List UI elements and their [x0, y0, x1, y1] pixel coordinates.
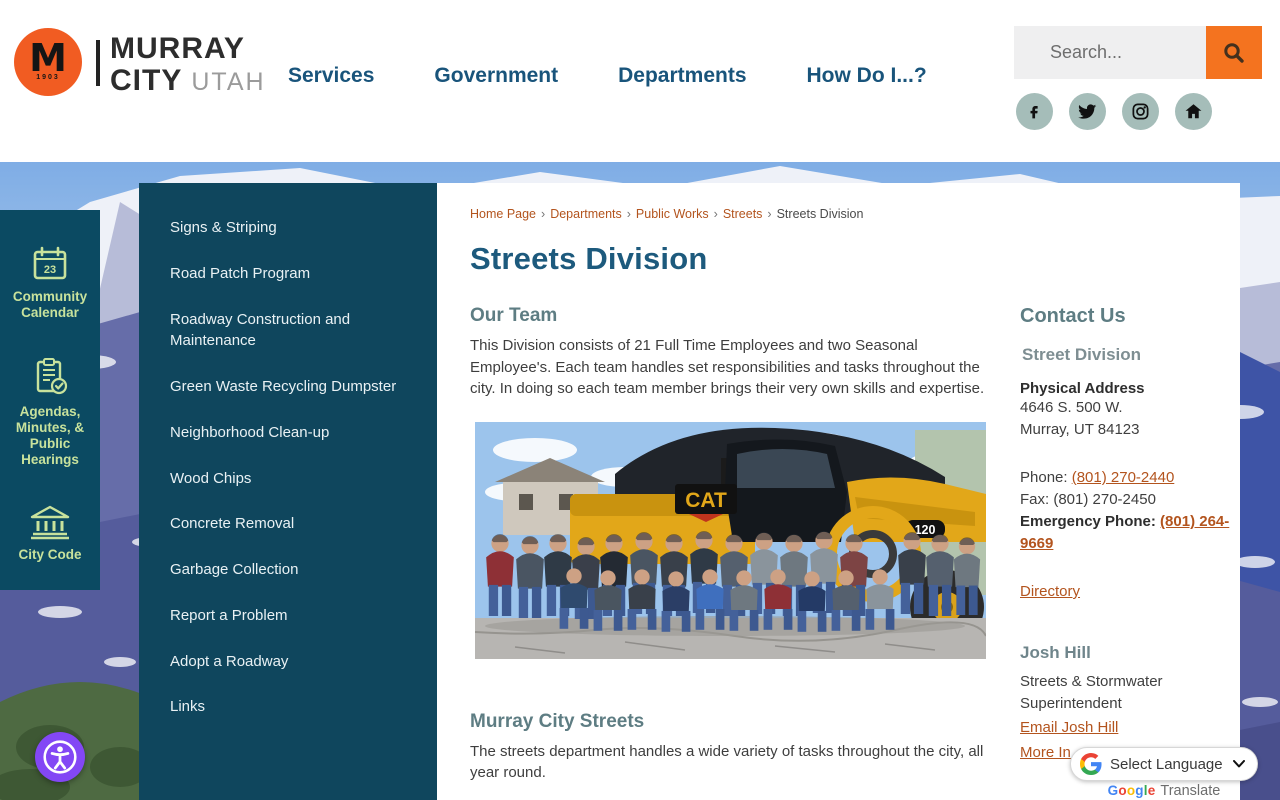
search-input[interactable] — [1014, 26, 1206, 79]
bank-columns-icon — [30, 505, 70, 539]
instagram-icon — [1132, 103, 1149, 120]
sidebar-item-garbage-collection[interactable]: Garbage Collection — [139, 547, 437, 593]
wordmark-line1: MURRAY — [110, 32, 245, 65]
accessibility-icon — [43, 740, 77, 774]
calendar-day-number: 23 — [44, 264, 56, 276]
sidebar-item-green-waste[interactable]: Green Waste Recycling Dumpster — [139, 364, 437, 410]
breadcrumb-departments[interactable]: Departments — [550, 207, 622, 221]
sidebar-item-adopt-roadway[interactable]: Adopt a Roadway — [139, 639, 437, 685]
address-line1: 4646 S. 500 W. — [1020, 399, 1123, 416]
agenda-clipboard-icon — [36, 357, 68, 394]
logo-monogram: M — [29, 36, 67, 80]
nextdoor-button[interactable] — [1175, 93, 1212, 130]
search-box — [1014, 26, 1206, 79]
contact-heading: Contact Us — [1020, 305, 1126, 327]
breadcrumb-home[interactable]: Home Page — [470, 207, 536, 221]
quick-link-community-calendar[interactable]: 23 Community Calendar — [4, 246, 96, 321]
nav-government[interactable]: Government — [434, 64, 558, 88]
social-links — [1016, 93, 1212, 130]
search-button[interactable] — [1206, 26, 1262, 79]
logo-year: 1903 — [36, 74, 60, 81]
quick-link-city-code[interactable]: City Code — [4, 504, 96, 563]
section-sidebar: Signs & Striping Road Patch Program Road… — [139, 183, 437, 800]
fax-row: Fax: (801) 270-2450 — [1020, 491, 1156, 508]
site-header: M 1903 MURRAY CITY UTAH Services Governm… — [0, 0, 1280, 162]
contact-person-name: Josh Hill — [1020, 643, 1091, 662]
section-heading-our-team: Our Team — [470, 305, 558, 326]
phone-label: Phone: — [1020, 469, 1068, 486]
address-label: Physical Address — [1020, 380, 1145, 397]
sidebar-item-road-patch[interactable]: Road Patch Program — [139, 251, 437, 297]
city-logo[interactable]: M 1903 — [14, 28, 82, 96]
breadcrumb-current: Streets Division — [776, 207, 864, 221]
sidebar-item-neighborhood-cleanup[interactable]: Neighborhood Clean-up — [139, 410, 437, 456]
breadcrumb: Home Page › Departments › Public Works › Stree… — [470, 207, 863, 221]
address-line2: Murray, UT 84123 — [1020, 421, 1140, 438]
quick-link-label: Community Calendar — [12, 289, 88, 320]
emergency-row: Emergency Phone: (801) 264-9669 — [1020, 511, 1242, 555]
quick-link-agendas[interactable]: Agendas, Minutes, & Public Hearings — [4, 357, 96, 468]
nav-services[interactable]: Services — [288, 64, 374, 88]
facebook-button[interactable] — [1016, 93, 1053, 130]
wordmark-line2: CITY — [110, 64, 183, 97]
sidebar-item-report-problem[interactable]: Report a Problem — [139, 593, 437, 639]
breadcrumb-separator: › — [541, 207, 546, 221]
sidebar-item-links[interactable]: Links — [139, 684, 437, 730]
person-title-line2: Superintendent — [1020, 695, 1122, 712]
breadcrumb-separator: › — [626, 207, 631, 221]
contact-division: Street Division — [1022, 345, 1142, 364]
google-translate-dropdown[interactable]: Select Language — [1070, 747, 1258, 781]
select-language-label: Select Language — [1110, 755, 1223, 773]
twitter-button[interactable] — [1069, 93, 1106, 130]
chevron-down-icon — [1233, 760, 1245, 768]
logo-divider — [96, 40, 100, 86]
google-translate-caption: Google Translate — [1070, 783, 1258, 799]
content-column: Our Team This Division consists of 21 Fu… — [470, 305, 987, 784]
sidebar-item-concrete-removal[interactable]: Concrete Removal — [139, 501, 437, 547]
accessibility-button[interactable] — [35, 732, 85, 782]
calendar-icon: 23 — [33, 246, 67, 280]
emergency-label: Emergency Phone: — [1020, 513, 1156, 530]
sidebar-menu: Signs & Striping Road Patch Program Road… — [139, 205, 437, 730]
person-title-line1: Streets & Stormwater — [1020, 673, 1163, 690]
nextdoor-home-icon — [1185, 104, 1202, 119]
more-info-link[interactable]: More In — [1020, 744, 1071, 761]
phone-row: Phone: (801) 270-2440 — [1020, 467, 1242, 489]
section-heading-murray-streets: Murray City Streets — [470, 710, 645, 732]
google-wordmark: Google — [1107, 783, 1156, 798]
sidebar-item-signs-striping[interactable]: Signs & Striping — [139, 205, 437, 251]
section-body-our-team: This Division consists of 21 Full Time E… — [470, 337, 985, 397]
nav-departments[interactable]: Departments — [618, 64, 746, 88]
facebook-icon — [1030, 105, 1038, 118]
quick-link-label: City Code — [18, 546, 82, 562]
sidebar-item-wood-chips[interactable]: Wood Chips — [139, 456, 437, 502]
photo-cat-logo-text: CAT — [685, 489, 727, 512]
quick-link-label: Agendas, Minutes, & Public Hearings — [15, 403, 85, 467]
breadcrumb-separator: › — [713, 207, 718, 221]
page: M 1903 MURRAY CITY UTAH Services Governm… — [0, 0, 1280, 800]
phone-link[interactable]: (801) 270-2440 — [1072, 469, 1175, 486]
breadcrumb-streets[interactable]: Streets — [723, 207, 763, 221]
translate-label: Translate — [1160, 783, 1221, 799]
sidebar-item-roadway-construction[interactable]: Roadway Construction and Maintenance — [139, 297, 437, 365]
breadcrumb-separator: › — [767, 207, 772, 221]
site-wordmark[interactable]: MURRAY CITY UTAH — [110, 34, 266, 96]
contact-column: Contact Us Street Division Physical Addr… — [1020, 305, 1242, 762]
quick-links-panel: 23 Community Calendar Agendas, Minutes, … — [0, 210, 100, 590]
team-photo[interactable]: CAT 120 — [475, 421, 986, 659]
search-icon — [1224, 42, 1244, 63]
nav-how-do-i[interactable]: How Do I...? — [807, 64, 927, 88]
main-nav: Services Government Departments How Do I… — [288, 64, 927, 88]
breadcrumb-public-works[interactable]: Public Works — [636, 207, 709, 221]
email-link[interactable]: Email Josh Hill — [1020, 719, 1118, 736]
twitter-icon — [1078, 104, 1097, 119]
directory-link[interactable]: Directory — [1020, 583, 1080, 600]
instagram-button[interactable] — [1122, 93, 1159, 130]
main-content-card: Home Page › Departments › Public Works › Stree… — [437, 183, 1240, 800]
section-body-murray-streets: The streets department handles a wide va… — [470, 742, 984, 782]
page-title: Streets Division — [470, 241, 708, 276]
wordmark-state: UTAH — [191, 68, 266, 96]
google-g-icon — [1080, 753, 1102, 775]
